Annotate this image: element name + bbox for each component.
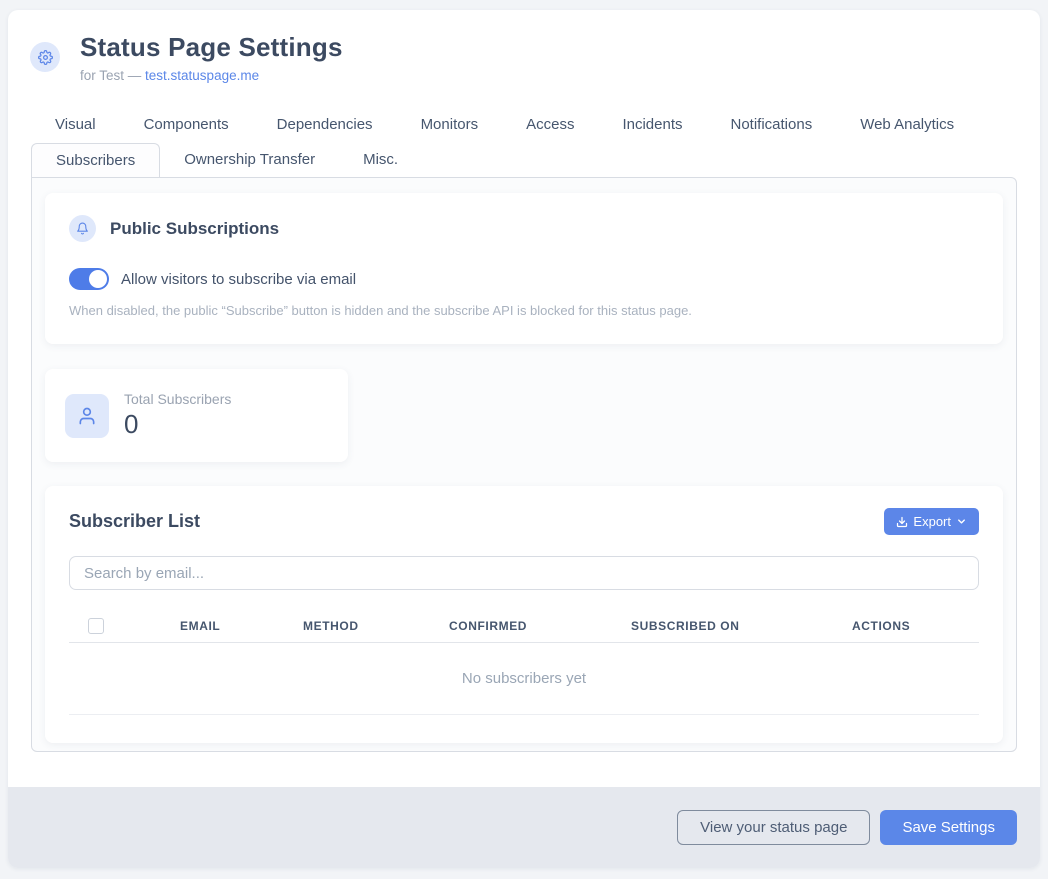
subscribers-tab-panel: Public Subscriptions Allow visitors to s… [31, 177, 1017, 752]
subtitle-prefix: for Test — [80, 68, 145, 83]
tab-visual[interactable]: Visual [31, 109, 120, 141]
column-header-subscribed-on: Subscribed On [631, 619, 852, 633]
tab-web-analytics[interactable]: Web Analytics [836, 109, 978, 141]
subscriber-list-title: Subscriber List [69, 511, 200, 532]
chevron-down-icon [956, 516, 967, 527]
page-title: Status Page Settings [80, 32, 343, 63]
table-header-row: Email Method Confirmed Subscribed On Act… [69, 610, 979, 643]
subscribe-toggle-label: Allow visitors to subscribe via email [121, 271, 356, 288]
column-header-method: Method [303, 619, 449, 633]
page-header: Status Page Settings for Test — test.sta… [8, 10, 1040, 83]
column-header-confirmed: Confirmed [449, 619, 631, 633]
search-input[interactable] [69, 556, 979, 590]
tab-ownership-transfer[interactable]: Ownership Transfer [160, 143, 339, 177]
view-status-page-button[interactable]: View your status page [677, 810, 870, 845]
page-subtitle: for Test — test.statuspage.me [80, 68, 343, 83]
tab-notifications[interactable]: Notifications [707, 109, 837, 141]
gear-icon [30, 42, 60, 72]
status-page-link[interactable]: test.statuspage.me [145, 68, 259, 83]
total-subscribers-card: Total Subscribers 0 [45, 369, 348, 462]
total-subscribers-label: Total Subscribers [124, 391, 231, 407]
public-subscriptions-card: Public Subscriptions Allow visitors to s… [45, 193, 1003, 344]
tab-bar-secondary: Subscribers Ownership Transfer Misc. [31, 143, 1040, 177]
column-header-actions: Actions [852, 619, 979, 633]
tab-misc[interactable]: Misc. [339, 143, 422, 177]
subscribers-table: Email Method Confirmed Subscribed On Act… [69, 610, 979, 715]
footer-action-bar: View your status page Save Settings [8, 787, 1040, 868]
subscribe-help-text: When disabled, the public “Subscribe” bu… [69, 303, 979, 318]
column-header-email: Email [180, 619, 303, 633]
total-subscribers-value: 0 [124, 409, 231, 440]
select-all-checkbox[interactable] [88, 618, 104, 634]
tab-incidents[interactable]: Incidents [598, 109, 706, 141]
export-button-label: Export [913, 514, 951, 529]
subscriber-list-card: Subscriber List Export Email Method Conf… [45, 486, 1003, 743]
tab-monitors[interactable]: Monitors [397, 109, 503, 141]
tab-dependencies[interactable]: Dependencies [253, 109, 397, 141]
toggle-knob [89, 270, 107, 288]
export-button[interactable]: Export [884, 508, 979, 535]
status-page-settings-window: Status Page Settings for Test — test.sta… [8, 10, 1040, 868]
empty-state-row: No subscribers yet [69, 643, 979, 715]
tab-components[interactable]: Components [120, 109, 253, 141]
person-icon [65, 394, 109, 438]
tab-subscribers[interactable]: Subscribers [31, 143, 160, 177]
tab-bar-primary: Visual Components Dependencies Monitors … [31, 109, 1040, 141]
empty-state-text: No subscribers yet [462, 670, 586, 687]
tab-access[interactable]: Access [502, 109, 598, 141]
public-subscriptions-title: Public Subscriptions [110, 219, 279, 239]
download-icon [896, 516, 908, 528]
subscribe-toggle[interactable] [69, 268, 109, 290]
save-settings-button[interactable]: Save Settings [880, 810, 1017, 845]
bell-icon [69, 215, 96, 242]
